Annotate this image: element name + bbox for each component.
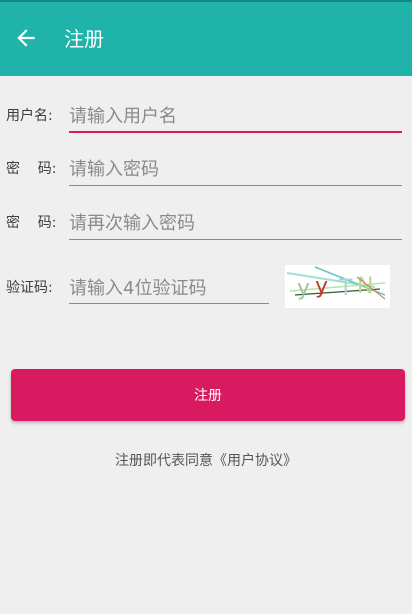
svg-text:y: y xyxy=(297,276,310,301)
captcha-graphic: y y T N xyxy=(285,265,390,308)
page-title: 注册 xyxy=(64,27,104,51)
agreement-text[interactable]: 注册即代表同意《用户协议》 xyxy=(0,452,412,470)
svg-text:N: N xyxy=(357,274,373,299)
captcha-label: 验证码: xyxy=(6,280,53,296)
password-label: 密 码: xyxy=(6,161,57,177)
password-underline xyxy=(69,185,402,186)
username-input[interactable] xyxy=(69,101,402,131)
confirm-password-underline xyxy=(69,239,402,240)
username-label: 用户名: xyxy=(6,108,53,124)
captcha-underline xyxy=(69,303,269,304)
username-underline xyxy=(69,131,402,133)
register-button[interactable]: 注册 xyxy=(11,369,405,421)
captcha-image[interactable]: y y T N xyxy=(285,265,390,308)
back-button[interactable] xyxy=(6,18,46,58)
svg-text:y: y xyxy=(315,274,328,299)
password-input[interactable] xyxy=(69,154,402,184)
captcha-input[interactable] xyxy=(69,273,269,303)
confirm-password-input[interactable] xyxy=(69,208,402,238)
arrow-left-icon xyxy=(17,29,35,47)
app-bar: 注册 xyxy=(0,2,412,76)
confirm-password-label: 密 码: xyxy=(6,215,57,231)
svg-text:T: T xyxy=(338,276,353,301)
